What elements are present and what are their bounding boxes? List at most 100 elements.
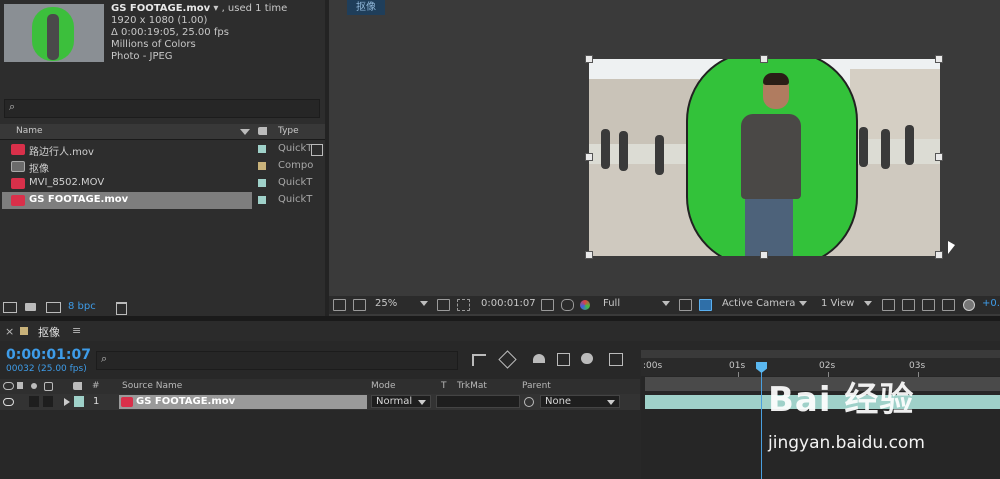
chevron-down-icon[interactable]: [799, 301, 807, 306]
region-of-interest-icon[interactable]: [679, 299, 692, 311]
monitor-icon[interactable]: [353, 299, 366, 311]
solo-toggle[interactable]: [29, 396, 39, 407]
col-type[interactable]: Type: [278, 126, 299, 136]
project-column-header: Name Type: [0, 124, 325, 140]
bpc-button[interactable]: 8 bpc: [68, 301, 96, 312]
chevron-down-icon[interactable]: [864, 301, 872, 306]
mode-select[interactable]: Normal: [371, 395, 431, 408]
reset-exposure-icon[interactable]: [963, 299, 975, 311]
layer-label-color[interactable]: [74, 396, 84, 407]
close-icon[interactable]: ×: [5, 325, 14, 338]
lock-icon[interactable]: [44, 382, 53, 391]
chevron-down-icon[interactable]: [420, 301, 428, 306]
visibility-eye-icon[interactable]: [3, 398, 14, 406]
footage-name: GS FOOTAGE.mov: [111, 3, 211, 14]
layer-index: 1: [93, 396, 100, 407]
label-color[interactable]: [258, 162, 266, 170]
project-item-name: 抠像: [29, 164, 49, 175]
current-time-display[interactable]: 0:00:01:07: [6, 347, 91, 363]
col-trkmat[interactable]: TrkMat: [457, 381, 487, 391]
project-item-selected[interactable]: GS FOOTAGE.mov QuickT: [0, 192, 325, 209]
search-icon: ⌕: [101, 352, 108, 365]
transform-handle[interactable]: [760, 251, 768, 259]
exposure-value[interactable]: +0.0: [982, 298, 1000, 309]
project-item[interactable]: 路边行人.mov QuickT: [0, 141, 325, 158]
transform-handle[interactable]: [935, 55, 943, 63]
project-search-input[interactable]: ⌕: [4, 99, 320, 118]
parent-select[interactable]: None: [540, 395, 620, 408]
col-parent[interactable]: Parent: [522, 381, 551, 391]
transparency-grid-icon[interactable]: [699, 299, 712, 311]
panel-menu-icon[interactable]: ≡: [72, 324, 81, 337]
label-tag-icon[interactable]: [258, 127, 267, 135]
expand-arrow-icon[interactable]: [64, 398, 70, 406]
new-folder-icon[interactable]: [25, 303, 36, 311]
color-channels-icon[interactable]: [580, 300, 590, 310]
show-snapshot-icon[interactable]: [561, 299, 574, 311]
chevron-down-icon[interactable]: [418, 400, 426, 405]
trkmat-select[interactable]: [436, 395, 520, 408]
transform-handle[interactable]: [585, 55, 593, 63]
trash-icon[interactable]: [116, 302, 127, 315]
toggle-pixel-aspect-icon[interactable]: [882, 299, 895, 311]
project-item-name: MVI_8502.MOV: [29, 177, 105, 188]
transform-handle[interactable]: [760, 55, 768, 63]
pick-whip-icon[interactable]: [524, 397, 534, 407]
chevron-down-icon[interactable]: [607, 400, 615, 405]
label-tag-icon[interactable]: [73, 382, 82, 390]
parent-value: None: [545, 396, 572, 407]
col-t[interactable]: T: [441, 381, 447, 391]
composition-frame[interactable]: [589, 59, 940, 256]
mouse-cursor-icon: [948, 241, 955, 254]
fast-previews-icon[interactable]: [902, 299, 915, 311]
col-name[interactable]: Name: [16, 126, 43, 136]
transform-handle[interactable]: [935, 251, 943, 259]
transform-handle[interactable]: [935, 153, 943, 161]
project-item[interactable]: MVI_8502.MOV QuickT: [0, 175, 325, 192]
transform-handle[interactable]: [585, 153, 593, 161]
transform-handle[interactable]: [585, 251, 593, 259]
solo-dot-icon[interactable]: [31, 383, 37, 389]
label-color[interactable]: [258, 196, 266, 204]
camera-select[interactable]: Active Camera: [722, 298, 795, 309]
timeline-search-input[interactable]: ⌕: [96, 351, 458, 370]
layer-source-name[interactable]: GS FOOTAGE.mov: [136, 396, 235, 407]
project-item-type: Compo: [278, 160, 314, 171]
fit-frame-icon[interactable]: [437, 299, 450, 311]
timeline-icon[interactable]: [922, 299, 935, 311]
flowchart-icon[interactable]: [311, 144, 323, 156]
shy-layers-icon[interactable]: [533, 354, 545, 363]
col-mode[interactable]: Mode: [371, 381, 396, 391]
zoom-select[interactable]: 25%: [375, 298, 397, 309]
safe-zones-icon[interactable]: [457, 299, 470, 311]
graph-editor-icon[interactable]: [609, 353, 623, 366]
current-time-indicator[interactable]: [761, 368, 762, 479]
snapshot-camera-icon[interactable]: [541, 299, 554, 311]
views-select[interactable]: 1 View: [821, 298, 854, 309]
footage-thumbnail: [4, 4, 104, 62]
tab-timeline[interactable]: 抠像: [38, 324, 60, 340]
always-preview-icon[interactable]: [333, 299, 346, 311]
motion-blur-icon[interactable]: [581, 353, 593, 364]
col-source-name[interactable]: Source Name: [122, 381, 182, 391]
lock-toggle[interactable]: [43, 396, 53, 407]
comp-mini-flowchart-icon[interactable]: [472, 354, 486, 366]
viewer-timecode[interactable]: 0:00:01:07: [481, 298, 536, 309]
label-color[interactable]: [258, 145, 266, 153]
visibility-eye-icon[interactable]: [3, 382, 14, 390]
label-color[interactable]: [258, 179, 266, 187]
quicktime-icon: [121, 397, 133, 407]
project-item[interactable]: 抠像 Compo: [0, 158, 325, 175]
chevron-down-icon[interactable]: ▾: [213, 3, 218, 14]
new-composition-icon[interactable]: [46, 302, 61, 313]
flowchart-icon[interactable]: [942, 299, 955, 311]
search-icon: ⌕: [9, 100, 16, 113]
sort-chevron-icon[interactable]: [240, 129, 250, 135]
frame-blending-icon[interactable]: [557, 353, 570, 366]
tab-composition[interactable]: 抠像: [347, 0, 385, 15]
time-navigator[interactable]: [641, 350, 1000, 358]
resolution-select[interactable]: Full: [603, 298, 620, 309]
audio-speaker-icon[interactable]: [17, 382, 23, 389]
chevron-down-icon[interactable]: [662, 301, 670, 306]
interpret-footage-icon[interactable]: [3, 302, 17, 313]
